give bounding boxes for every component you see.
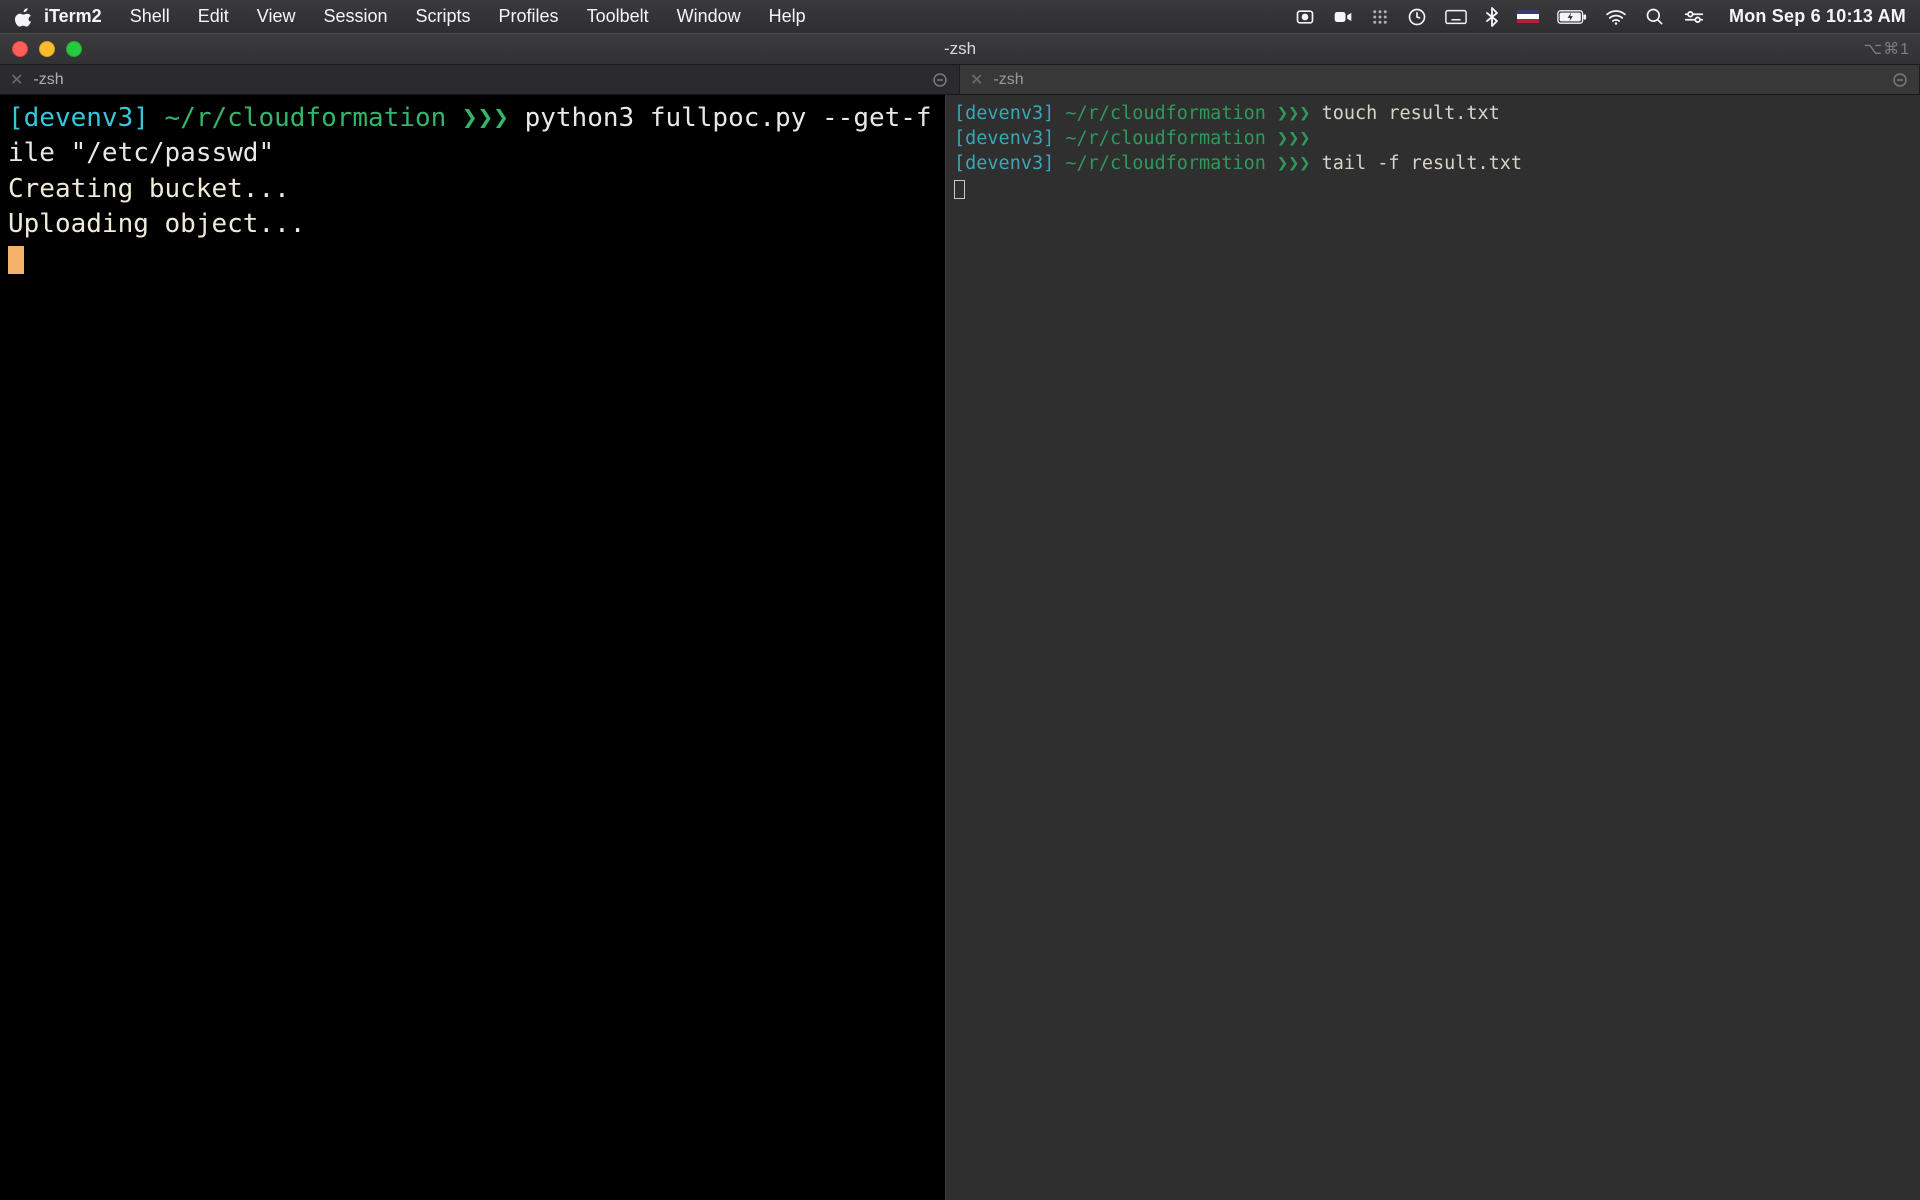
menu-session[interactable]: Session <box>323 6 387 27</box>
facetime-icon[interactable] <box>1333 7 1353 27</box>
tab-menu-icon[interactable] <box>1891 71 1909 89</box>
output-line: Creating bucket... <box>8 174 290 204</box>
prompt-path: ~/r/cloudformation <box>165 103 447 133</box>
prompt-path: ~/r/cloudformation <box>1065 128 1265 149</box>
window-titlebar[interactable]: -zsh ⌥⌘1 <box>0 33 1920 65</box>
tab-2[interactable]: ✕ -zsh <box>960 65 1920 94</box>
tab-menu-icon[interactable] <box>931 71 949 89</box>
window-title: -zsh <box>0 39 1920 59</box>
terminal-pane-left[interactable]: [devenv3] ~/r/cloudformation ❯❯❯ python3… <box>0 95 946 1200</box>
piezo-icon[interactable] <box>1407 7 1427 27</box>
grid-icon[interactable] <box>1371 8 1389 26</box>
prompt-env: [devenv3] <box>8 103 149 133</box>
bluetooth-icon[interactable] <box>1485 7 1499 27</box>
macos-menubar: iTerm2 Shell Edit View Session Scripts P… <box>0 0 1920 33</box>
prompt-path: ~/r/cloudformation <box>1065 103 1265 124</box>
prompt-arrows: ❯❯❯ <box>462 103 509 133</box>
keys-icon[interactable] <box>1445 9 1467 25</box>
window-hotkey-indicator: ⌥⌘1 <box>1864 39 1910 59</box>
prompt-arrows: ❯❯❯ <box>1277 103 1310 124</box>
split-panes: [devenv3] ~/r/cloudformation ❯❯❯ python3… <box>0 95 1920 1200</box>
window-close-button[interactable] <box>12 41 28 57</box>
tab-close-icon[interactable]: ✕ <box>970 70 983 90</box>
prompt-env: [devenv3] <box>954 153 1054 174</box>
prompt-arrows: ❯❯❯ <box>1277 153 1310 174</box>
screen-record-icon[interactable] <box>1295 7 1315 27</box>
app-name[interactable]: iTerm2 <box>44 6 102 27</box>
menu-shell[interactable]: Shell <box>130 6 170 27</box>
spotlight-icon[interactable] <box>1645 7 1665 27</box>
tab-1[interactable]: ✕ -zsh <box>0 65 960 94</box>
prompt-path: ~/r/cloudformation <box>1065 153 1265 174</box>
tab-label: -zsh <box>33 71 63 89</box>
control-center-icon[interactable] <box>1683 9 1705 25</box>
tab-label: -zsh <box>993 71 1023 89</box>
wifi-icon[interactable] <box>1605 9 1627 25</box>
input-source-us-icon[interactable] <box>1517 10 1539 24</box>
menu-toolbelt[interactable]: Toolbelt <box>587 6 649 27</box>
window-minimize-button[interactable] <box>39 41 55 57</box>
prompt-arrows: ❯❯❯ <box>1277 128 1310 149</box>
cursor-icon <box>8 246 24 275</box>
terminal-pane-right[interactable]: [devenv3] ~/r/cloudformation ❯❯❯ touch r… <box>946 95 1920 1200</box>
prompt-env: [devenv3] <box>954 103 1054 124</box>
tab-close-icon[interactable]: ✕ <box>10 70 23 90</box>
menu-edit[interactable]: Edit <box>198 6 229 27</box>
output-line: Uploading object... <box>8 209 305 239</box>
menubar-clock[interactable]: Mon Sep 6 10:13 AM <box>1729 6 1906 27</box>
menubar-tray: Mon Sep 6 10:13 AM <box>1295 6 1906 27</box>
typed-command: touch result.txt <box>1322 103 1500 124</box>
tab-strip: ✕ -zsh ✕ -zsh <box>0 65 1920 95</box>
apple-logo-icon[interactable] <box>14 7 34 27</box>
battery-icon[interactable] <box>1557 9 1587 25</box>
traffic-lights <box>12 41 82 57</box>
cursor-icon <box>954 180 965 200</box>
menu-view[interactable]: View <box>257 6 296 27</box>
menu-window[interactable]: Window <box>677 6 741 27</box>
typed-command: tail -f result.txt <box>1322 153 1522 174</box>
menu-profiles[interactable]: Profiles <box>499 6 559 27</box>
prompt-env: [devenv3] <box>954 128 1054 149</box>
iterm-window: -zsh ⌥⌘1 ✕ -zsh ✕ -zsh [devenv3] ~/r/clo… <box>0 33 1920 1200</box>
menu-help[interactable]: Help <box>769 6 806 27</box>
menu-scripts[interactable]: Scripts <box>416 6 471 27</box>
window-zoom-button[interactable] <box>66 41 82 57</box>
